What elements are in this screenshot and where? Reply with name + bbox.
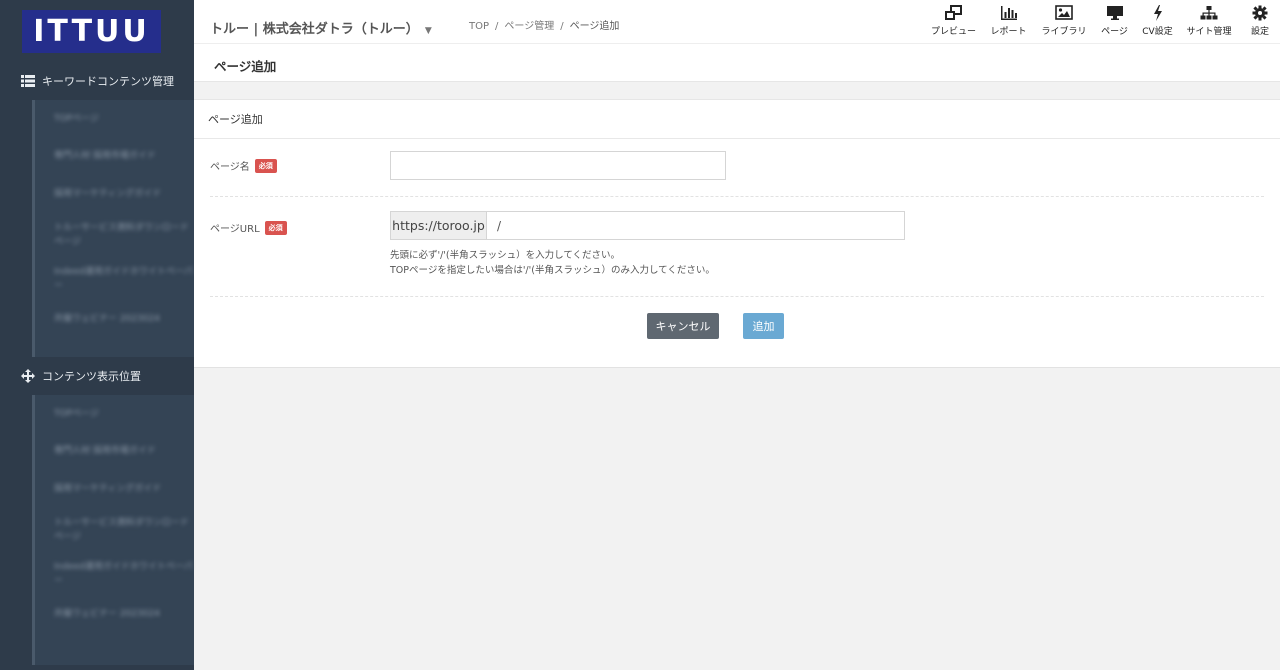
url-input-group: https://toroo.jp / bbox=[390, 211, 905, 240]
list-icon bbox=[20, 73, 36, 89]
sidebar-section-label: キーワードコンテンツ管理 bbox=[42, 75, 174, 88]
breadcrumb: TOP / ページ管理 / ページ追加 bbox=[469, 21, 620, 32]
sidebar-section-label: コンテンツ表示位置 bbox=[42, 370, 141, 383]
tool-label: 設定 bbox=[1250, 27, 1269, 37]
sidebar-item[interactable]: 専門人材 採用市場ガイド bbox=[35, 138, 194, 176]
page-url-input[interactable]: / bbox=[486, 211, 905, 240]
page-name-label: ページ名 bbox=[210, 162, 250, 173]
tool-label: レポート bbox=[990, 27, 1027, 37]
help-line: TOPページを指定したい場合は'/'(半角スラッシュ）のみ入力してください。 bbox=[390, 265, 715, 276]
image-icon bbox=[1055, 5, 1073, 20]
page-url-label: ページURL bbox=[210, 224, 260, 235]
monitor-icon bbox=[1106, 6, 1123, 20]
page-title-bar: ページ追加 bbox=[194, 43, 1280, 82]
sidebar-section-keyword-content[interactable]: キーワードコンテンツ管理 bbox=[0, 62, 194, 100]
sidebar-item[interactable]: 共催ウェビナー 2023024 bbox=[35, 596, 194, 634]
tool-cv-settings[interactable]: CV設定 bbox=[1137, 0, 1178, 43]
page-name-label-wrap: ページ名 必須 bbox=[210, 158, 277, 173]
logo[interactable]: ITTUU bbox=[22, 9, 161, 53]
page-name-input[interactable] bbox=[390, 151, 726, 180]
breadcrumb-top[interactable]: TOP bbox=[469, 21, 489, 32]
form-buttons: キャンセル 追加 bbox=[194, 313, 1280, 339]
bolt-icon bbox=[1153, 5, 1162, 21]
caret-down-icon: ▼ bbox=[424, 26, 432, 36]
sidebar-sublist: TOPページ 専門人材 採用市場ガイド 採用マーケティングガイド トルーサービス… bbox=[32, 100, 194, 357]
sidebar-item[interactable]: TOPページ bbox=[35, 100, 194, 138]
tool-page[interactable]: ページ bbox=[1092, 0, 1137, 43]
url-prefix: https://toroo.jp bbox=[390, 211, 486, 240]
tool-label: ライブラリ bbox=[1041, 27, 1087, 37]
company-selector[interactable]: トルー | 株式会社ダトラ（トルー） ▼ bbox=[210, 18, 432, 37]
panel-title: ページ追加 bbox=[194, 100, 1280, 139]
gear-icon bbox=[1252, 5, 1268, 21]
sidebar-item[interactable]: 共催ウェビナー 2023024 bbox=[35, 301, 194, 339]
tool-label: プレビュー bbox=[930, 27, 976, 37]
sidebar-item[interactable]: Indeed運用ガイドホワイトペーパー bbox=[35, 257, 194, 301]
preview-icon bbox=[944, 5, 962, 20]
page-title: ページ追加 bbox=[214, 59, 277, 74]
sidebar-item[interactable]: Indeed運用ガイドホワイトペーパー bbox=[35, 552, 194, 596]
tool-label: ページ bbox=[1101, 27, 1128, 37]
toolbar: プレビュー レポート ライブラリ ページ CV設定 サイト管理 設定 bbox=[926, 0, 1280, 43]
tool-settings[interactable]: 設定 bbox=[1240, 0, 1280, 43]
sidebar: ITTUU キーワードコンテンツ管理 TOPページ 専門人材 採用市場ガイド 採… bbox=[0, 0, 194, 670]
sitemap-icon bbox=[1200, 6, 1218, 20]
form-row-page-url: ページURL 必須 https://toroo.jp / 先頭に必ず'/'(半角… bbox=[210, 197, 1264, 297]
required-badge: 必須 bbox=[264, 220, 287, 235]
sidebar-item[interactable]: 採用マーケティングガイド bbox=[35, 175, 194, 213]
move-icon bbox=[20, 368, 36, 384]
bar-chart-icon bbox=[1000, 6, 1017, 20]
cancel-button[interactable]: キャンセル bbox=[647, 313, 719, 339]
company-name: トルー | 株式会社ダトラ（トルー） bbox=[210, 22, 419, 37]
sidebar-item[interactable]: トルーサービス資料ダウンロードページ bbox=[35, 213, 194, 257]
tool-label: サイト管理 bbox=[1186, 27, 1232, 37]
form-panel: ページ追加 ページ名 必須 ページURL 必須 https://toroo.jp… bbox=[194, 99, 1280, 368]
tool-library[interactable]: ライブラリ bbox=[1036, 0, 1092, 43]
tool-label: CV設定 bbox=[1142, 27, 1173, 37]
tool-site-management[interactable]: サイト管理 bbox=[1178, 0, 1240, 43]
sidebar-item[interactable]: トルーサービス資料ダウンロードページ bbox=[35, 508, 194, 552]
sidebar-section-content-position[interactable]: コンテンツ表示位置 bbox=[0, 357, 194, 395]
url-help-text: 先頭に必ず'/'(半角スラッシュ）を入力してください。 TOPページを指定したい… bbox=[390, 248, 715, 278]
form-row-page-name: ページ名 必須 bbox=[210, 140, 1264, 197]
page-url-label-wrap: ページURL 必須 bbox=[210, 220, 287, 235]
required-badge: 必須 bbox=[254, 158, 277, 173]
tool-report[interactable]: レポート bbox=[981, 0, 1036, 43]
help-line: 先頭に必ず'/'(半角スラッシュ）を入力してください。 bbox=[390, 250, 621, 261]
sidebar-item[interactable]: TOPページ bbox=[35, 395, 194, 433]
logo-area: ITTUU bbox=[0, 0, 194, 62]
breadcrumb-page-management[interactable]: ページ管理 bbox=[504, 21, 554, 32]
sidebar-sublist: TOPページ 専門人材 採用市場ガイド 採用マーケティングガイド トルーサービス… bbox=[32, 395, 194, 665]
sidebar-item[interactable]: 採用マーケティングガイド bbox=[35, 470, 194, 508]
add-button[interactable]: 追加 bbox=[743, 313, 784, 339]
tool-preview[interactable]: プレビュー bbox=[926, 0, 981, 43]
breadcrumb-current: ページ追加 bbox=[569, 21, 620, 32]
sidebar-item[interactable]: 専門人材 採用市場ガイド bbox=[35, 433, 194, 471]
header: トルー | 株式会社ダトラ（トルー） ▼ TOP / ページ管理 / ページ追加 プレビュ… bbox=[194, 0, 1280, 43]
